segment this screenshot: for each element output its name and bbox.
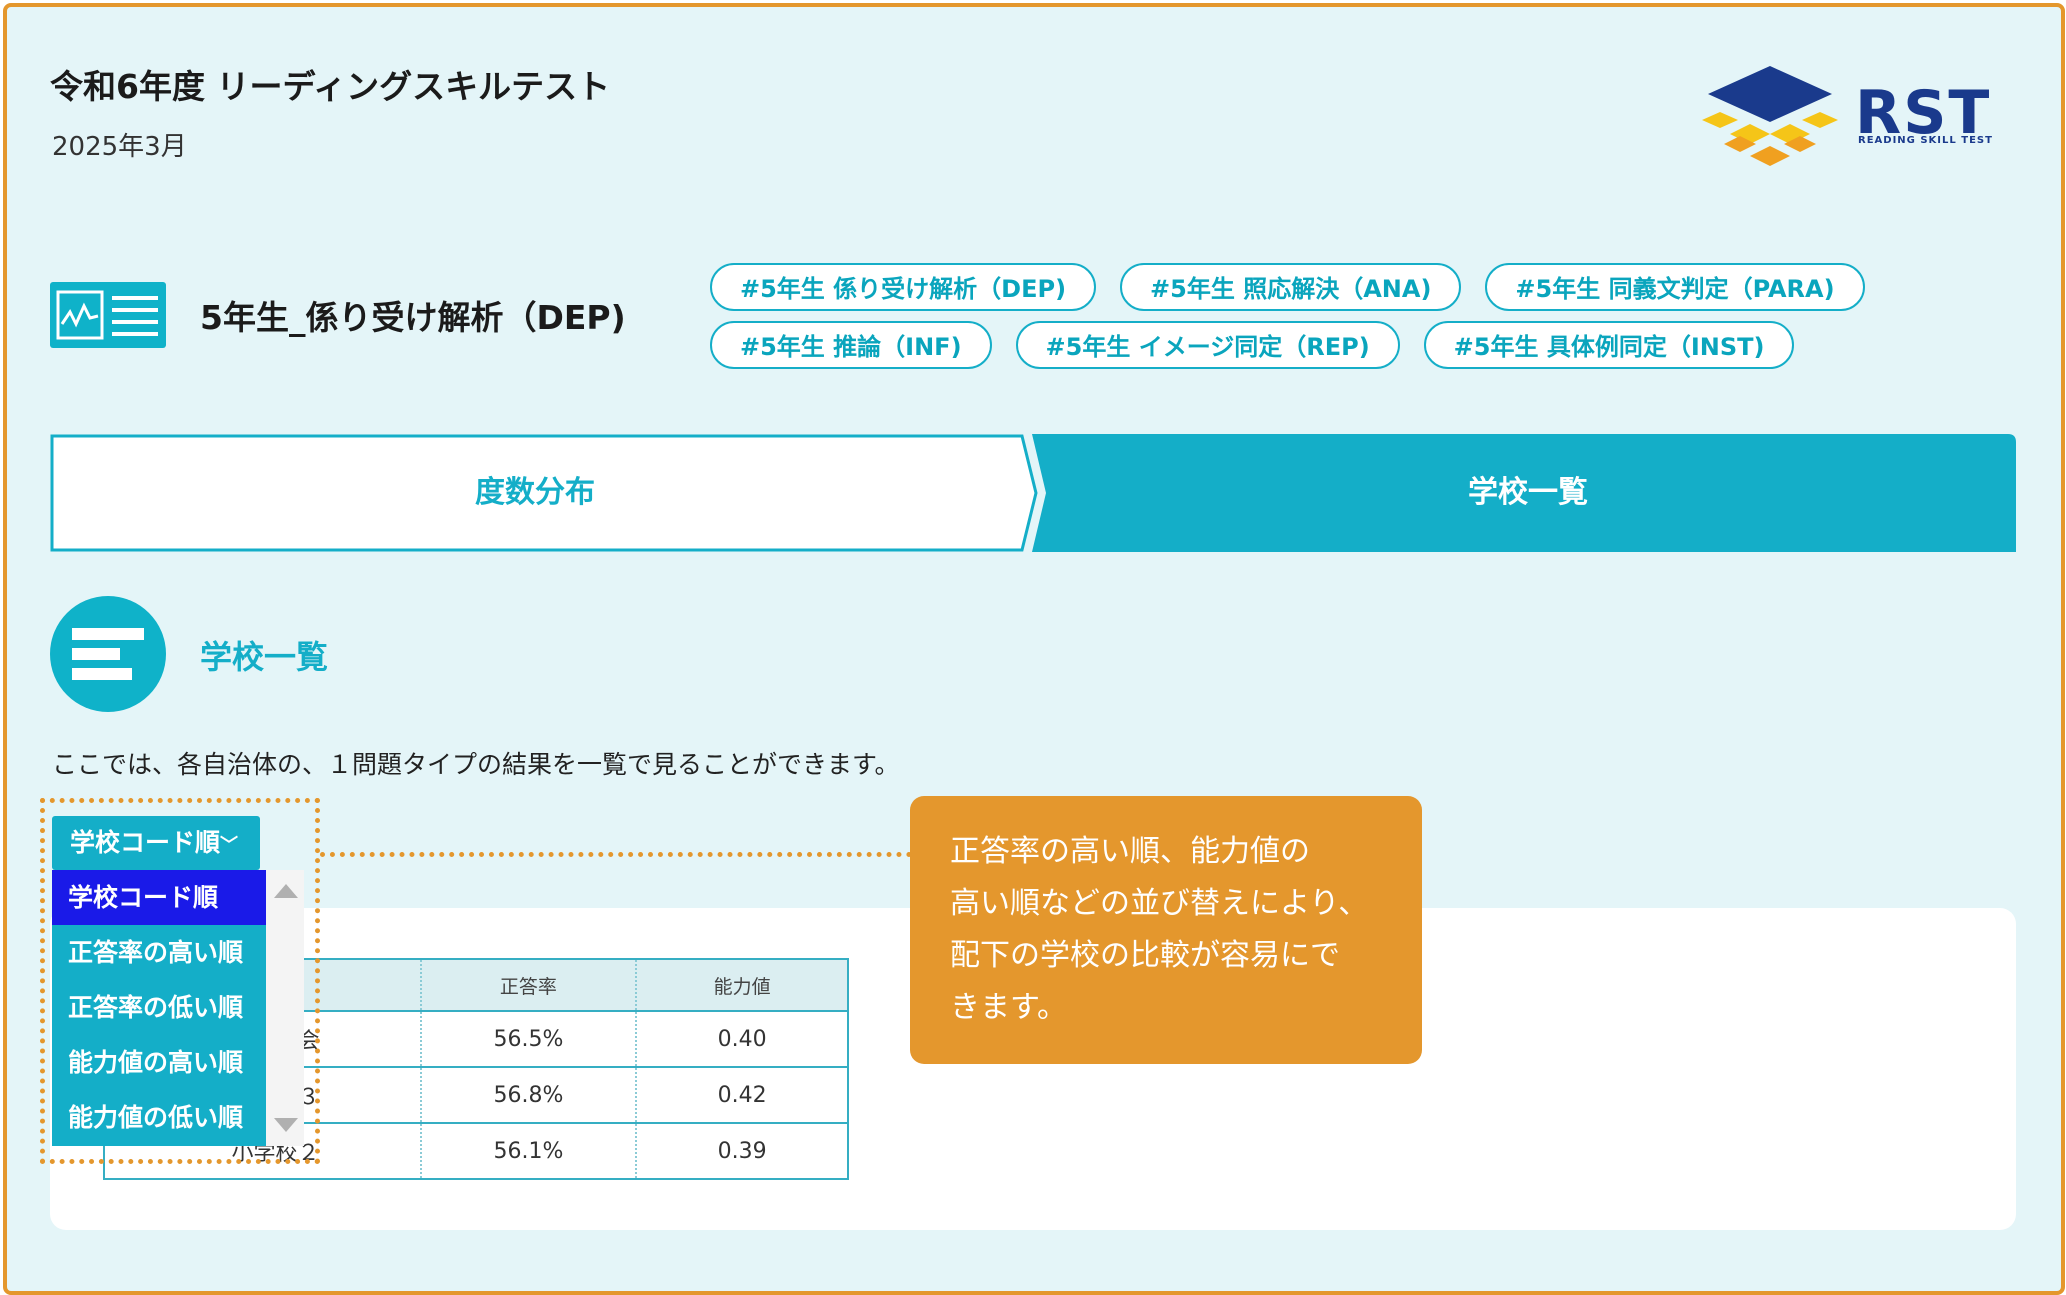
callout-line: 配下の学校の比較が容易にで [950, 938, 1340, 973]
tag-inf[interactable]: #5年生 推論（INF) [710, 321, 992, 369]
tab-school-list[interactable]: 学校一覧 [1040, 434, 2016, 552]
report-date: 2025年3月 [52, 132, 187, 162]
logo-subtext: READING SKILL TEST [1858, 135, 1993, 146]
correct-rate: 56.8% [419, 1067, 637, 1124]
correct-rate: 56.5% [419, 1011, 637, 1068]
list-description: ここでは、各自治体の、１問題タイプの結果を一覧で見ることができます。 [52, 750, 900, 779]
ability-score: 0.42 [635, 1067, 848, 1124]
ability-score: 0.40 [635, 1011, 848, 1068]
page-title: 令和6年度 リーディングスキルテスト [50, 67, 611, 106]
list-icon [50, 596, 166, 712]
tag-inst[interactable]: #5年生 具体例同定（INST) [1423, 321, 1795, 369]
tag-rep[interactable]: #5年生 イメージ同定（REP) [1015, 321, 1400, 369]
callout-line: 正答率の高い順、能力値の [950, 834, 1310, 869]
column-header-score: 能力値 [635, 959, 848, 1012]
column-header-rate: 正答率 [419, 959, 637, 1012]
highlight-box [40, 798, 320, 1164]
tag-dep[interactable]: #5年生 係り受け解析（DEP) [710, 263, 1097, 311]
tab-frequency[interactable]: 度数分布 [50, 434, 1020, 552]
callout-line: きます。 [950, 990, 1067, 1025]
correct-rate: 56.1% [419, 1123, 637, 1179]
section-title: 5年生_係り受け解析（DEP) [200, 298, 626, 337]
callout-line: 高い順などの並び替えにより、 [950, 886, 1369, 921]
list-title: 学校一覧 [200, 638, 329, 676]
tag-ana[interactable]: #5年生 照応解決（ANA) [1120, 263, 1462, 311]
callout-note: 正答率の高い順、能力値の 高い順などの並び替えにより、 配下の学校の比較が容易に… [910, 796, 1422, 1064]
chart-document-icon [50, 282, 166, 348]
tab-bar: 度数分布 学校一覧 [50, 434, 2016, 552]
ability-score: 0.39 [635, 1123, 848, 1179]
callout-connector [320, 852, 912, 857]
tag-list: #5年生 係り受け解析（DEP) #5年生 照応解決（ANA) #5年生 同義文… [710, 263, 1970, 379]
tag-para[interactable]: #5年生 同義文判定（PARA) [1485, 263, 1865, 311]
